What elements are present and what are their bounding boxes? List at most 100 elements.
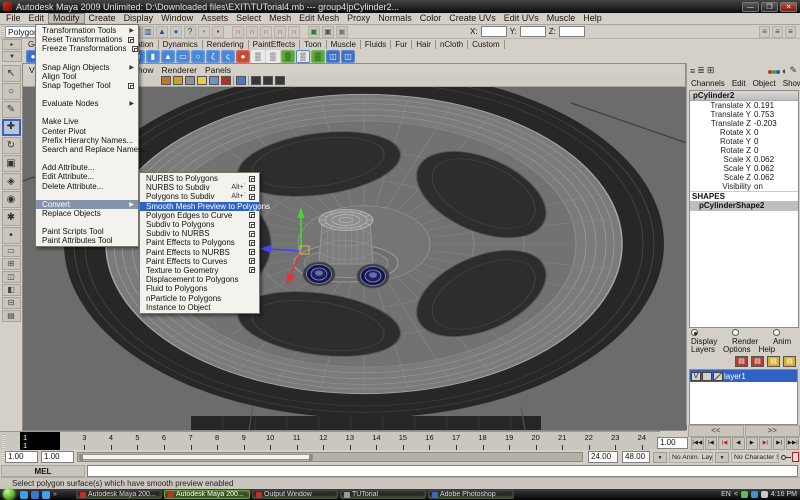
ui-element-toggle-2-icon[interactable]: ≡ (772, 26, 783, 38)
play-forwards-button[interactable]: ▶ (746, 437, 759, 450)
shelf-render-globe-icon[interactable]: ▒ (296, 50, 310, 63)
layer-row[interactable]: V layer1 (690, 370, 797, 382)
menu-item-paint-scripts-tool[interactable]: Paint Scripts Tool (36, 227, 138, 236)
channel-box-menu-channels[interactable]: Channels (691, 79, 725, 88)
channel-value[interactable]: 0 (754, 137, 758, 146)
channel-toolbar-channel-speed-icon[interactable]: ≣ (697, 65, 705, 76)
menu-item-evaluate-nodes[interactable]: Evaluate Nodes▶ (36, 99, 138, 108)
frame-10[interactable]: 10 (257, 432, 284, 451)
menu-edit-uvs[interactable]: Edit UVs (500, 13, 543, 24)
lasso-select-tool[interactable]: ○ (2, 83, 21, 100)
step-back-key-button[interactable]: |◀ (718, 437, 731, 450)
menu-create[interactable]: Create (85, 13, 120, 24)
taskbar-button-tutorial[interactable]: TUTorial (340, 490, 426, 499)
frame-16[interactable]: 16 (416, 432, 443, 451)
layer-menu-layers[interactable]: Layers (691, 345, 715, 354)
time-slider[interactable]: 123456789101112131415161718192021222324 … (0, 431, 660, 450)
panel-menu-panels[interactable]: Panels (201, 65, 235, 75)
shelf-nurbs-cylinder-icon[interactable]: ▮ (146, 50, 160, 63)
menu-item-reset-transformations[interactable]: Reset Transformations (36, 35, 138, 44)
last-tool[interactable]: • (2, 227, 21, 244)
step-forward-key-button[interactable]: ▶| (759, 437, 772, 450)
channel-box-object-name[interactable]: pCylinder2 (690, 91, 798, 101)
toolbar-grip[interactable] (2, 434, 5, 448)
frame-19[interactable]: 19 (496, 432, 523, 451)
menu-item-paint-effects-to-curves[interactable]: Paint Effects to Curves (140, 257, 259, 266)
frame-24[interactable]: 24 (629, 432, 656, 451)
snap-curve-icon[interactable]: ∩ (246, 26, 258, 38)
layer-playback-toggle[interactable] (702, 372, 712, 381)
option-box-icon[interactable] (132, 46, 138, 52)
taskbar-button-adobe-photoshop[interactable]: Adobe Photoshop (428, 490, 514, 499)
save-layer-alt-icon[interactable]: ▤ (751, 356, 764, 367)
character-set-dropdown-arrow[interactable]: ▼ (715, 452, 729, 463)
ui-element-toggle-1-icon[interactable]: ≡ (759, 26, 770, 38)
frame-8[interactable]: 8 (204, 432, 231, 451)
shelf-tab-fur[interactable]: Fur (391, 40, 412, 49)
paint-select-tool[interactable]: ✎ (2, 101, 21, 118)
snap-plane-icon[interactable]: ∩ (274, 26, 286, 38)
default-material-icon[interactable] (185, 76, 195, 85)
taskbar-button-output-window[interactable]: Output Window (252, 490, 338, 499)
option-box-icon[interactable] (249, 249, 255, 255)
tray-user-icon[interactable] (741, 491, 748, 498)
menu-item-texture-to-geometry[interactable]: Texture to Geometry (140, 266, 259, 275)
anim-layer-dropdown-arrow[interactable]: ▼ (653, 452, 667, 463)
menu-proxy[interactable]: Proxy (343, 13, 374, 24)
xyz-axis-icon[interactable] (768, 66, 780, 76)
snap-view-icon[interactable]: ∩ (288, 26, 300, 38)
shelf-tab-custom[interactable]: Custom (468, 40, 505, 49)
shelf-tab-button[interactable]: ▸ (2, 39, 22, 50)
new-empty-layer-icon[interactable]: ▤ (767, 356, 780, 367)
frame-15[interactable]: 15 (390, 432, 417, 451)
move-tool[interactable]: ✚ (2, 119, 21, 136)
shelf-extra-icon[interactable]: ◫ (341, 50, 355, 63)
hypergraph-persp-layout-button[interactable]: ▤ (2, 310, 21, 322)
frame-20[interactable]: 20 (522, 432, 549, 451)
shelf-batch-render-icon[interactable]: ◫ (326, 50, 340, 63)
frame-23[interactable]: 23 (602, 432, 629, 451)
new-layer-from-selected-icon[interactable]: ▤ (783, 356, 796, 367)
panel-nav-left-button[interactable]: << (688, 425, 744, 437)
menu-item-freeze-transformations[interactable]: Freeze Transformations (36, 44, 138, 53)
menu-item-prefix-hierarchy-names[interactable]: Prefix Hierarchy Names... (36, 136, 138, 145)
menu-item-smooth-mesh-preview-to-polygons[interactable]: Smooth Mesh Preview to Polygons (140, 202, 259, 211)
channel-toolbar-channel-settings-icon[interactable]: ⊞ (707, 65, 715, 76)
menu-item-nparticle-to-polygons[interactable]: nParticle to Polygons (140, 293, 259, 302)
tray-chevron-icon[interactable]: < (734, 491, 738, 498)
scale-tool[interactable]: ▣ (2, 155, 21, 172)
texture-display-icon[interactable] (209, 76, 219, 85)
quicklaunch-ie-icon[interactable] (42, 491, 50, 499)
option-box-icon[interactable] (249, 194, 255, 200)
tray-volume-icon[interactable] (761, 491, 768, 498)
character-set-dropdown[interactable]: No Character Set (731, 452, 779, 463)
animation-preferences-button[interactable] (792, 452, 799, 462)
anim-layer-dropdown[interactable]: No Anim. Layer (669, 452, 713, 463)
show-manipulator-tool[interactable]: ✱ (2, 209, 21, 226)
shelf-tab-hair[interactable]: Hair (412, 40, 436, 49)
menu-item-polygons-to-subdiv[interactable]: Polygons to SubdivAlt+` (140, 192, 259, 201)
range-slider-bar[interactable] (79, 454, 313, 460)
frame-4[interactable]: 4 (98, 432, 125, 451)
layer-name[interactable]: layer1 (724, 372, 746, 381)
option-box-icon[interactable] (249, 185, 255, 191)
frame-22[interactable]: 22 (575, 432, 602, 451)
globe-icon[interactable]: ● (170, 26, 182, 38)
layer-mode-display[interactable]: Display (691, 328, 726, 346)
construction-history-icon[interactable]: ▣ (308, 26, 320, 38)
maximize-button[interactable]: ❐ (761, 2, 778, 12)
channel-value[interactable]: 0.191 (754, 101, 774, 110)
menu-mesh[interactable]: Mesh (265, 13, 295, 24)
layer-mode-render[interactable]: Render (732, 328, 767, 346)
resolution-gate-icon[interactable] (263, 76, 273, 85)
range-handle-left[interactable] (80, 455, 83, 461)
layer-mode-anim[interactable]: Anim (773, 328, 800, 346)
start-button[interactable] (3, 488, 15, 500)
frame-5[interactable]: 5 (124, 432, 151, 451)
flag-icon[interactable]: ▪ (212, 26, 224, 38)
menu-muscle[interactable]: Muscle (543, 13, 580, 24)
menu-item-fluid-to-polygons[interactable]: Fluid to Polygons (140, 284, 259, 293)
channel-value[interactable]: 0 (754, 146, 758, 155)
layer-visibility-toggle[interactable]: V (691, 372, 701, 381)
option-box-icon[interactable] (249, 267, 255, 273)
